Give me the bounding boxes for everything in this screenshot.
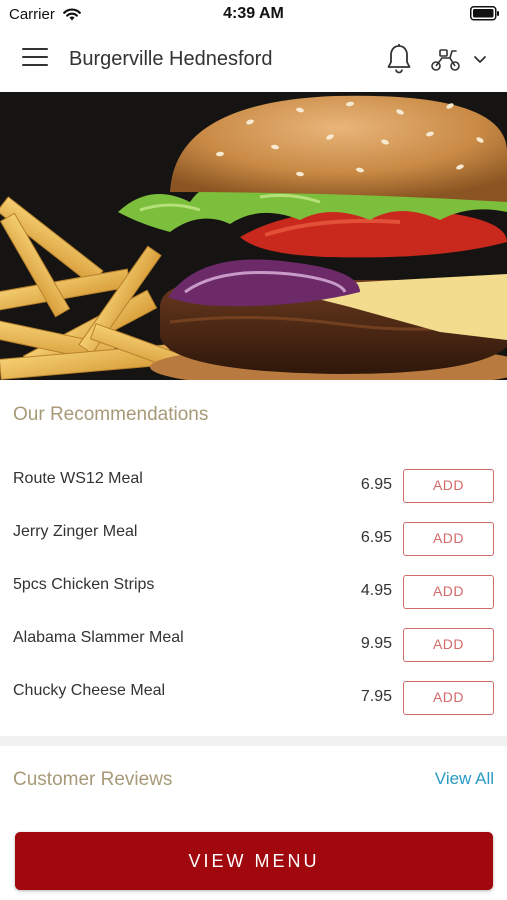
list-item: Route WS12 Meal 6.95 ADD	[0, 456, 507, 509]
list-item: 5pcs Chicken Strips 4.95 ADD	[0, 562, 507, 615]
item-name: 5pcs Chicken Strips	[13, 576, 155, 593]
restaurant-title: Burgerville Hednesford	[69, 48, 273, 70]
item-name: Chucky Cheese Meal	[13, 682, 166, 699]
status-bar: Carrier 4:39 AM	[0, 0, 507, 28]
recommendations-list: Route WS12 Meal 6.95 ADD Jerry Zinger Me…	[0, 456, 507, 721]
scooter-icon[interactable]	[430, 46, 462, 72]
item-name: Route WS12 Meal	[13, 470, 143, 487]
recommendations-heading: Our Recommendations	[13, 404, 209, 425]
burger-with-fries-photo	[0, 92, 507, 380]
item-price: 4.95	[360, 582, 392, 599]
item-price: 6.95	[360, 529, 392, 546]
reviews-heading: Customer Reviews	[13, 769, 173, 790]
bell-icon[interactable]	[385, 43, 413, 75]
add-button[interactable]: ADD	[403, 681, 494, 715]
item-name: Alabama Slammer Meal	[13, 629, 184, 646]
list-item: Alabama Slammer Meal 9.95 ADD	[0, 615, 507, 668]
view-menu-button[interactable]: VIEW MENU	[15, 832, 493, 890]
item-price: 6.95	[360, 476, 392, 493]
item-name: Jerry Zinger Meal	[13, 523, 138, 540]
app-header: Burgerville Hednesford	[0, 28, 507, 92]
item-price: 7.95	[360, 688, 392, 705]
add-button[interactable]: ADD	[403, 469, 494, 503]
status-time: 4:39 AM	[223, 5, 284, 22]
add-button[interactable]: ADD	[403, 522, 494, 556]
list-item: Jerry Zinger Meal 6.95 ADD	[0, 509, 507, 562]
list-item: Chucky Cheese Meal 7.95 ADD	[0, 668, 507, 721]
view-all-link[interactable]: View All	[435, 769, 494, 789]
item-price: 9.95	[360, 635, 392, 652]
add-button[interactable]: ADD	[403, 575, 494, 609]
chevron-down-icon[interactable]	[472, 52, 488, 66]
battery-icon	[470, 6, 499, 21]
hero-burger-image	[0, 92, 507, 380]
section-divider	[0, 736, 507, 746]
add-button[interactable]: ADD	[403, 628, 494, 662]
menu-icon[interactable]	[22, 48, 48, 70]
